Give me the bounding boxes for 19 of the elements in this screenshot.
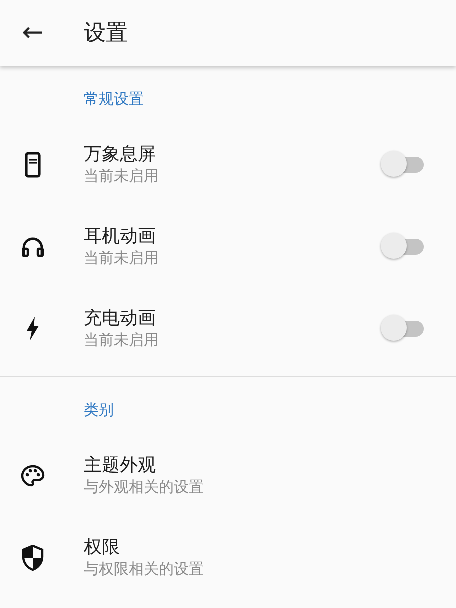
- setting-title[interactable]: 充电动画: [84, 308, 156, 330]
- phone-icon: [25, 152, 41, 178]
- setting-description: 当前未启用: [84, 166, 159, 186]
- setting-title[interactable]: 万象息屏: [84, 144, 156, 166]
- setting-description: 与外观相关的设置: [84, 478, 204, 497]
- setting-description: 当前未启用: [84, 248, 159, 268]
- headphones-icon: [22, 237, 44, 257]
- setting-title[interactable]: 权限: [84, 537, 120, 560]
- setting-title[interactable]: 耳机动画: [84, 226, 156, 248]
- setting-description: 与权限相关的设置: [84, 560, 204, 579]
- back-button[interactable]: ←: [16, 16, 50, 50]
- section-header: 类别: [84, 401, 114, 419]
- setting-title[interactable]: 主题外观: [84, 455, 156, 478]
- lightning-icon: [27, 317, 39, 341]
- setting-description: 当前未启用: [84, 330, 159, 350]
- shield-icon: [22, 545, 44, 571]
- page-title: 设置: [84, 20, 128, 48]
- palette-icon: [21, 465, 45, 487]
- section-header: 常规设置: [84, 90, 144, 108]
